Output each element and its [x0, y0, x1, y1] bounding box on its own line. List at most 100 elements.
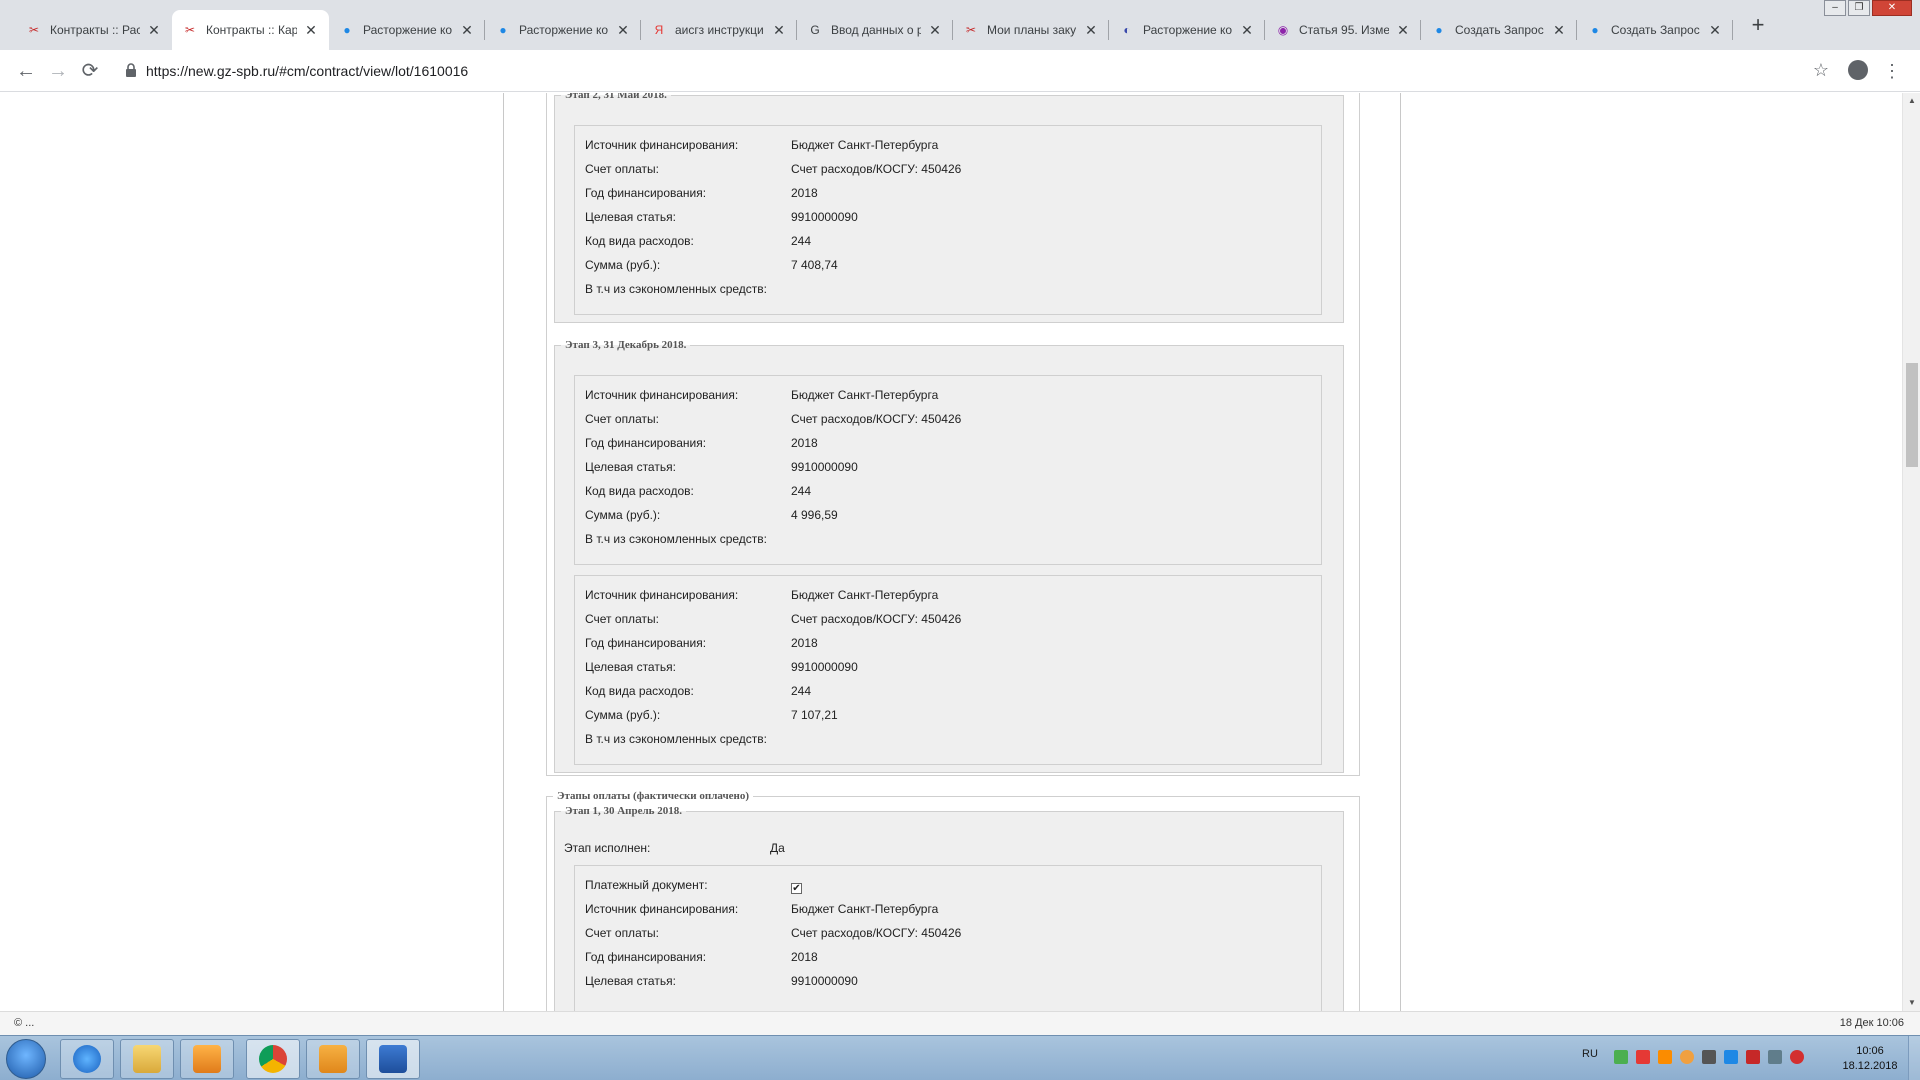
taskbar-clock[interactable]: 10:06 18.12.2018: [1840, 1044, 1900, 1074]
tray-antivirus-icon[interactable]: [1636, 1050, 1650, 1064]
tab-title: Мои планы заку: [987, 23, 1077, 37]
scroll-down-arrow-icon[interactable]: ▼: [1903, 995, 1920, 1011]
start-button[interactable]: [6, 1039, 46, 1079]
globe-icon: ●: [1591, 23, 1599, 37]
tab-title: Ввод данных о р: [831, 23, 921, 37]
tray-flag-icon[interactable]: [1746, 1050, 1760, 1064]
sum-value: 4 996,59: [791, 508, 838, 522]
kvr-label: Код вида расходов:: [585, 684, 694, 698]
close-window-button[interactable]: ✕: [1872, 0, 1912, 16]
bookmark-star-icon[interactable]: ☆: [1810, 59, 1832, 81]
vertical-scrollbar[interactable]: ▲ ▼: [1902, 93, 1920, 1011]
browser-tab[interactable]: ● Создать Запрос ✕: [1577, 10, 1733, 50]
globe-icon: ●: [343, 23, 351, 37]
browser-tab[interactable]: ✂ Контракты :: Кар ✕: [172, 10, 329, 50]
browser-menu-icon[interactable]: ⋮: [1882, 59, 1902, 83]
tab-title: Создать Запрос: [1611, 23, 1700, 37]
kvr-value: 244: [791, 234, 812, 248]
tools-icon: ✂: [184, 23, 196, 37]
sum-value: 7 107,21: [791, 708, 838, 722]
browser-tab[interactable]: ● Расторжение ко ✕: [485, 10, 641, 50]
tab-strip: ✂ Контракты :: Рас ✕ ✂ Контракты :: Кар ✕ ● Рас…: [0, 0, 1920, 50]
tab-close-icon[interactable]: ✕: [1239, 22, 1255, 39]
tray-network-icon[interactable]: [1724, 1050, 1738, 1064]
tab-close-icon[interactable]: ✕: [615, 22, 631, 39]
show-desktop-button[interactable]: [1908, 1036, 1920, 1080]
new-tab-button[interactable]: +: [1744, 12, 1772, 40]
tab-close-icon[interactable]: ✕: [1395, 22, 1411, 39]
maximize-button[interactable]: ❐: [1848, 0, 1870, 16]
browser-tab[interactable]: ✂ Мои планы заку ✕: [953, 10, 1109, 50]
browser-tab[interactable]: ◐ Расторжение ко ✕: [1109, 10, 1265, 50]
tab-list: ✂ Контракты :: Рас ✕ ✂ Контракты :: Кар ✕ ● Рас…: [16, 10, 1733, 50]
article-value: 9910000090: [791, 974, 858, 988]
article-value: 9910000090: [791, 460, 858, 474]
tab-title: Контракты :: Рас: [50, 23, 140, 37]
clock-time: 10:06: [1856, 1045, 1884, 1057]
account-label: Счет оплаты:: [585, 612, 659, 626]
word-icon[interactable]: [366, 1039, 420, 1079]
tray-monitor-icon[interactable]: [1768, 1050, 1782, 1064]
browser-tab[interactable]: ● Расторжение ко ✕: [329, 10, 485, 50]
year-value: 2018: [791, 186, 818, 200]
outlook-icon[interactable]: [306, 1039, 360, 1079]
contract-content: Этап 2, 31 Май 2018. Источник финансиров…: [503, 93, 1401, 1011]
source-label: Источник финансирования:: [585, 138, 739, 152]
browser-tab[interactable]: ● Создать Запрос ✕: [1421, 10, 1577, 50]
executed-label: Этап исполнен:: [564, 841, 651, 855]
window-controls: – ❐ ✕: [1822, 0, 1912, 16]
tab-close-icon[interactable]: ✕: [1707, 22, 1723, 39]
address-bar[interactable]: https://new.gz-spb.ru/#cm/contract/view/…: [116, 56, 1830, 86]
tools-icon: ✂: [965, 23, 977, 37]
account-label: Счет оплаты:: [585, 926, 659, 940]
language-indicator[interactable]: RU: [1582, 1048, 1598, 1060]
tab-close-icon[interactable]: ✕: [771, 22, 787, 39]
tab-title: Расторжение ко: [519, 23, 609, 37]
forward-arrow-icon[interactable]: →: [46, 59, 70, 83]
browser-tab[interactable]: ✂ Контракты :: Рас ✕: [16, 10, 172, 50]
scroll-up-arrow-icon[interactable]: ▲: [1903, 93, 1920, 109]
source-value: Бюджет Санкт-Петербурга: [791, 138, 939, 152]
tray-shield-icon[interactable]: [1614, 1050, 1628, 1064]
browser-tab[interactable]: ◉ Статья 95. Изме ✕: [1265, 10, 1421, 50]
kvr-label: Код вида расходов:: [585, 484, 694, 498]
chrome-icon[interactable]: [246, 1039, 300, 1079]
scroll-thumb[interactable]: [1906, 363, 1918, 467]
profile-avatar-icon[interactable]: [1848, 60, 1868, 80]
year-value: 2018: [791, 636, 818, 650]
tray-outlook-icon[interactable]: [1658, 1050, 1672, 1064]
article-label: Целевая статья:: [585, 460, 676, 474]
source-value: Бюджет Санкт-Петербурга: [791, 902, 939, 916]
tab-close-icon[interactable]: ✕: [927, 22, 943, 39]
globe-icon: ●: [499, 23, 507, 37]
stage-3-legend: Этап 3, 31 Декабрь 2018.: [565, 339, 687, 351]
browser-tab[interactable]: Яаисгз инструкци ✕: [641, 10, 797, 50]
tab-title: аисгз инструкци: [675, 23, 764, 37]
kvr-value: 244: [791, 484, 812, 498]
system-tray: [1614, 1050, 1812, 1064]
status-right-text: 18 Дек 10:06: [1839, 1017, 1904, 1029]
paydoc-checkbox[interactable]: ✔: [791, 883, 802, 894]
tab-close-icon[interactable]: ✕: [146, 22, 162, 39]
tray-device-icon[interactable]: [1702, 1050, 1716, 1064]
tray-volume-icon[interactable]: [1790, 1050, 1804, 1064]
status-bar: © ... 18 Дек 10:06: [0, 1011, 1920, 1035]
tab-close-icon[interactable]: ✕: [303, 22, 319, 39]
stage-2-card: Источник финансирования: Бюджет Санкт-Пет…: [574, 125, 1322, 315]
tray-app-icon[interactable]: [1680, 1050, 1694, 1064]
browser-toolbar: ← → ⟳ https://new.gz-spb.ru/#cm/contract…: [0, 50, 1920, 92]
sum-label: Сумма (руб.):: [585, 508, 661, 522]
globe-icon: ●: [1435, 23, 1443, 37]
browser-tab[interactable]: G Ввод данных о р ✕: [797, 10, 953, 50]
stage-2-legend: Этап 2, 31 Май 2018.: [565, 93, 667, 101]
reload-icon[interactable]: ⟳: [78, 59, 102, 83]
tab-close-icon[interactable]: ✕: [1551, 22, 1567, 39]
internet-explorer-icon[interactable]: [60, 1039, 114, 1079]
file-explorer-icon[interactable]: [120, 1039, 174, 1079]
account-value: Счет расходов/КОСГУ: 450426: [791, 926, 962, 940]
minimize-button[interactable]: –: [1824, 0, 1846, 16]
media-player-icon[interactable]: [180, 1039, 234, 1079]
back-arrow-icon[interactable]: ←: [14, 59, 38, 83]
tab-close-icon[interactable]: ✕: [459, 22, 475, 39]
tab-close-icon[interactable]: ✕: [1083, 22, 1099, 39]
